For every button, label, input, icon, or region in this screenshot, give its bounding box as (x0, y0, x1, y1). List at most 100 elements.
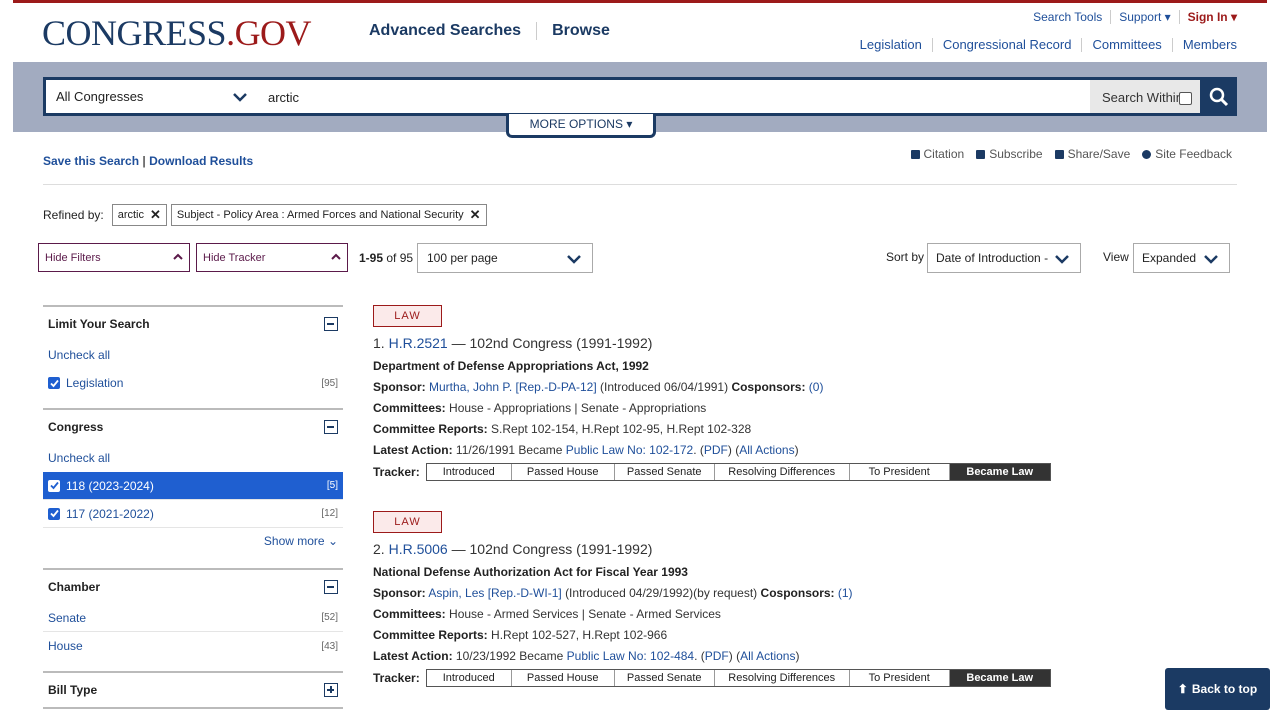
uncheck-all-link[interactable]: Uncheck all (43, 341, 343, 369)
uncheck-all-link[interactable]: Uncheck all (43, 444, 343, 472)
checkbox-checked-icon[interactable] (48, 507, 60, 520)
result-title: 1. H.R.2521 — 102nd Congress (1991-1992) (373, 335, 653, 351)
view-select[interactable]: Expanded (1133, 243, 1230, 273)
tracker-step-current: Became Law (949, 464, 1050, 480)
tracker-step-current: Became Law (949, 670, 1050, 686)
main-nav: Advanced Searches Browse (369, 22, 610, 40)
collapse-icon[interactable] (324, 420, 338, 434)
feedback-tool[interactable]: Site Feedback (1142, 147, 1232, 161)
facet-item-house[interactable]: House [43] (43, 632, 343, 660)
comment-icon (1142, 150, 1152, 159)
bill-link[interactable]: H.R.2521 (389, 335, 448, 351)
sort-label: Sort by (886, 250, 925, 264)
subnav-committees[interactable]: Committees (1092, 37, 1161, 52)
tracker-step: To President (850, 464, 950, 480)
bill-name: Department of Defense Appropriations Act… (373, 359, 649, 373)
expand-icon[interactable] (324, 683, 338, 697)
site-logo[interactable]: CONGRESS.GOV (42, 12, 312, 54)
filter-chip[interactable]: arctic ✕ (111, 204, 167, 226)
facet-limit-search: Limit Your Search Uncheck all Legislatio… (43, 305, 343, 397)
filter-chip[interactable]: Subject - Policy Area : Armed Forces and… (170, 204, 487, 226)
result-title: 2. H.R.5006 — 102nd Congress (1991-1992) (373, 541, 653, 557)
collapse-icon[interactable] (324, 580, 338, 594)
citation-tool[interactable]: Citation (910, 147, 964, 161)
tracker-step: Passed House (512, 464, 615, 480)
sponsor-line: Sponsor: Murtha, John P. [Rep.-D-PA-12] … (373, 380, 824, 394)
bill-name: National Defense Authorization Act for F… (373, 565, 688, 579)
public-law-link[interactable]: Public Law No: 102-484 (567, 649, 694, 663)
latest-action-line: Latest Action: 10/23/1992 Became Public … (373, 649, 800, 663)
public-law-link[interactable]: Public Law No: 102-172 (566, 443, 693, 457)
committees-line: Committees: House - Appropriations | Sen… (373, 401, 707, 415)
facet-title: Limit Your Search (48, 317, 150, 331)
sub-nav: Legislation Congressional Record Committ… (860, 37, 1237, 52)
cosponsors-link[interactable]: (0) (809, 380, 824, 394)
chevron-up-icon (331, 253, 341, 260)
per-page-select[interactable]: 100 per page (417, 243, 593, 273)
download-results-link[interactable]: Download Results (149, 154, 253, 168)
facet-title: Congress (48, 420, 104, 434)
search-button[interactable] (1200, 77, 1237, 116)
all-actions-link[interactable]: All Actions (739, 443, 794, 457)
refined-by: Refined by: arctic ✕ Subject - Policy Are… (43, 204, 487, 226)
subnav-legislation[interactable]: Legislation (860, 37, 922, 52)
share-tool[interactable]: Share/Save (1054, 147, 1130, 161)
latest-action-line: Latest Action: 11/26/1991 Became Public … (373, 443, 799, 457)
congress-select[interactable]: All Congresses (43, 77, 256, 116)
subnav-members[interactable]: Members (1183, 37, 1237, 52)
bill-link[interactable]: H.R.5006 (389, 541, 448, 557)
search-tools-link[interactable]: Search Tools (1033, 10, 1102, 24)
chevron-down-icon (1204, 255, 1218, 264)
result-item: LAW 1. H.R.2521 — 102nd Congress (1991-1… (373, 305, 1073, 481)
facet-item-117[interactable]: 117 (2021-2022) [12] (43, 500, 343, 528)
facet-item-senate[interactable]: Senate [52] (43, 604, 343, 632)
close-icon[interactable]: ✕ (470, 207, 481, 223)
sponsor-link[interactable]: Aspin, Les [Rep.-D-WI-1] (428, 586, 561, 600)
search-within-checkbox[interactable] (1179, 92, 1192, 105)
search-input[interactable]: arctic (256, 77, 1090, 116)
close-icon[interactable]: ✕ (150, 207, 161, 223)
collapse-icon[interactable] (324, 317, 338, 331)
checkbox-checked-icon[interactable] (48, 377, 60, 389)
envelope-icon (976, 150, 986, 159)
citation-icon (910, 150, 920, 159)
chevron-down-icon (567, 255, 581, 264)
status-tracker: Tracker: Introduced Passed House Passed … (373, 669, 1073, 687)
facet-item-legislation[interactable]: Legislation [95] (43, 369, 343, 397)
pdf-link[interactable]: PDF (704, 443, 728, 457)
sort-select[interactable]: Date of Introduction - (927, 243, 1081, 273)
chevron-down-icon (233, 93, 247, 102)
pdf-link[interactable]: PDF (705, 649, 729, 663)
show-more-link[interactable]: Show more ⌄ (43, 528, 343, 554)
sign-in-menu[interactable]: Sign In ▾ (1188, 10, 1237, 24)
subnav-congressional-record[interactable]: Congressional Record (943, 37, 1072, 52)
support-menu[interactable]: Support ▾ (1119, 10, 1170, 24)
nav-advanced-searches[interactable]: Advanced Searches (369, 22, 521, 40)
divider (43, 184, 1237, 185)
search-within-toggle[interactable]: Search Within (1090, 77, 1200, 116)
subscribe-tool[interactable]: Subscribe (976, 147, 1043, 161)
result-item: LAW 2. H.R.5006 — 102nd Congress (1991-1… (373, 511, 1073, 687)
tracker-step: Resolving Differences (715, 670, 850, 686)
status-tracker: Tracker: Introduced Passed House Passed … (373, 463, 1073, 481)
nav-browse[interactable]: Browse (552, 22, 610, 40)
save-search-link[interactable]: Save this Search (43, 154, 139, 168)
sponsor-link[interactable]: Murtha, John P. [Rep.-D-PA-12] (429, 380, 597, 394)
result-count: 1-95 of 95 (359, 251, 414, 265)
back-to-top-button[interactable]: ⬆ Back to top (1165, 668, 1270, 710)
cosponsors-link[interactable]: (1) (838, 586, 853, 600)
more-options-button[interactable]: MORE OPTIONS ▾ (506, 114, 656, 138)
tracker-step: Resolving Differences (715, 464, 850, 480)
checkbox-checked-icon[interactable] (48, 479, 60, 492)
chevron-up-icon (173, 253, 183, 260)
hide-filters-button[interactable]: Hide Filters (38, 243, 190, 272)
tracker-step: To President (850, 670, 950, 686)
facet-chamber: Chamber Senate [52] House [43] (43, 568, 343, 660)
hide-tracker-button[interactable]: Hide Tracker (196, 243, 348, 272)
tracker-step: Introduced (427, 670, 512, 686)
reports-line: Committee Reports: S.Rept 102-154, H.Rep… (373, 422, 752, 436)
facet-item-118[interactable]: 118 (2023-2024) [5] (43, 472, 343, 500)
law-badge: LAW (373, 511, 442, 533)
all-actions-link[interactable]: All Actions (740, 649, 795, 663)
page-tools: Citation Subscribe Share/Save Site Feedb… (910, 147, 1232, 161)
